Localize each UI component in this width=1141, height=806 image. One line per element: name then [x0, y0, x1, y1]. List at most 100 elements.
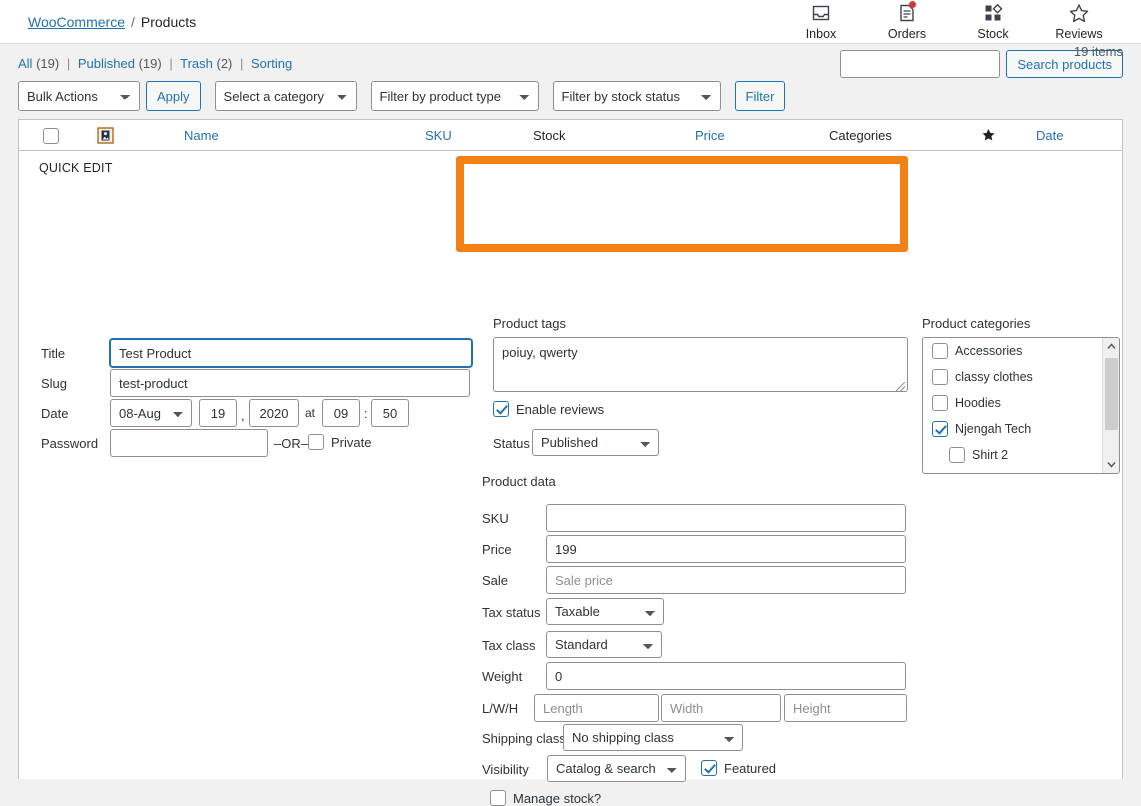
category-label: Shirt 2 [972, 448, 1009, 462]
price-label: Price [482, 542, 512, 557]
category-item-hoodies[interactable]: Hoodies [923, 390, 1119, 416]
date-year-input[interactable] [249, 399, 299, 427]
status-link-trash[interactable]: Trash [180, 56, 213, 71]
categories-scrollbar[interactable] [1102, 338, 1119, 473]
date-minute-input[interactable] [371, 399, 409, 427]
scroll-up-icon[interactable] [1103, 338, 1119, 355]
column-header-price[interactable]: Price [695, 128, 725, 143]
category-item-accessories[interactable]: Accessories [923, 338, 1119, 364]
quick-edit-panel: QUICK EDIT Title Slug Date 08-Aug , at :… [19, 151, 1122, 806]
topnav-item-orders[interactable]: Orders [879, 1, 935, 41]
apply-button[interactable]: Apply [146, 81, 201, 111]
status-count-trash: (2) [216, 56, 233, 71]
category-checkbox[interactable] [949, 447, 965, 463]
category-checkbox[interactable] [932, 343, 948, 359]
visibility-label: Visibility [482, 762, 529, 777]
product-tags-textarea[interactable]: poiuy, qwerty [493, 337, 908, 392]
featured-label: Featured [724, 760, 777, 776]
column-header-sku[interactable]: SKU [425, 128, 452, 143]
password-input[interactable] [110, 429, 268, 457]
date-comma: , [241, 408, 245, 423]
status-link-sorting[interactable]: Sorting [251, 56, 292, 71]
table-header-row: Name SKU Stock Price Categories Date [19, 120, 1122, 151]
manage-stock-row[interactable]: Manage stock? [490, 790, 601, 806]
top-navigation: Inbox Orders Stock Reviews [793, 1, 1123, 41]
status-link-all[interactable]: All [18, 56, 32, 71]
weight-label: Weight [482, 669, 523, 684]
height-input[interactable] [784, 694, 907, 722]
featured-checkbox-row[interactable]: Featured [701, 760, 776, 776]
weight-input[interactable] [546, 662, 906, 690]
slug-label: Slug [41, 376, 68, 391]
status-divider-3: | [240, 56, 244, 71]
category-item-shirt-2[interactable]: Shirt 2 [923, 442, 1119, 468]
breadcrumb-woocommerce-link[interactable]: WooCommerce [28, 14, 125, 30]
search-input[interactable] [840, 50, 1001, 78]
category-filter-select[interactable]: Select a category [214, 81, 357, 111]
status-link-published[interactable]: Published [78, 56, 135, 71]
price-input[interactable] [546, 535, 906, 563]
column-header-name[interactable]: Name [184, 128, 219, 143]
date-month-select[interactable]: 08-Aug [110, 399, 192, 427]
orders-badge-dot [909, 1, 916, 8]
date-day-input[interactable] [199, 399, 237, 427]
enable-reviews-row[interactable]: Enable reviews [493, 401, 604, 417]
column-header-date[interactable]: Date [1036, 128, 1063, 143]
sku-input[interactable] [546, 504, 906, 532]
subheader: All (19) | Published (19) | Trash (2) | … [0, 44, 1141, 78]
topnav-label-orders: Orders [887, 27, 927, 41]
width-input[interactable] [661, 694, 781, 722]
category-item-classy-clothes[interactable]: classy clothes [923, 364, 1119, 390]
breadcrumb-current: Products [140, 13, 197, 30]
scrollbar-thumb[interactable] [1105, 358, 1118, 430]
shipping-class-label: Shipping class [482, 731, 566, 746]
or-text: –OR– [274, 436, 308, 451]
breadcrumb-separator: / [131, 13, 135, 30]
orders-icon [897, 1, 917, 24]
length-input[interactable] [534, 694, 659, 722]
topnav-item-reviews[interactable]: Reviews [1051, 2, 1107, 41]
product-categories-box: Accessories classy clothes Hoodies Njeng… [922, 337, 1120, 474]
enable-reviews-checkbox[interactable] [493, 401, 509, 417]
category-checkbox[interactable] [932, 369, 948, 385]
filter-button[interactable]: Filter [734, 81, 786, 111]
tax-status-label: Tax status [482, 605, 541, 620]
stock-status-filter-select[interactable]: Filter by stock status [552, 81, 721, 111]
visibility-select[interactable]: Catalog & search [547, 755, 686, 782]
category-item-njengah-tech[interactable]: Njengah Tech [923, 416, 1119, 442]
scroll-down-icon[interactable] [1103, 456, 1119, 473]
sku-label: SKU [482, 511, 509, 526]
tax-class-select[interactable]: Standard [546, 631, 662, 658]
featured-checkbox[interactable] [701, 760, 717, 776]
topnav-item-stock[interactable]: Stock [965, 2, 1021, 41]
topnav-label-stock: Stock [977, 27, 1009, 41]
status-count-published: (19) [138, 56, 162, 71]
title-input[interactable] [110, 339, 472, 367]
date-at-text: at [305, 406, 316, 420]
private-checkbox[interactable] [308, 434, 324, 450]
category-label: Hoodies [955, 396, 1001, 410]
slug-input[interactable] [110, 369, 470, 397]
products-table: Name SKU Stock Price Categories Date QUI… [18, 119, 1123, 806]
select-all-checkbox[interactable] [43, 127, 59, 144]
category-checkbox[interactable] [932, 421, 948, 437]
date-hour-input[interactable] [322, 399, 360, 427]
breadcrumb: WooCommerce / Products [28, 14, 196, 30]
topnav-item-inbox[interactable]: Inbox [793, 2, 849, 41]
topnav-label-reviews: Reviews [1055, 27, 1103, 41]
title-label: Title [41, 346, 66, 361]
manage-stock-checkbox[interactable] [490, 790, 506, 806]
tax-status-select[interactable]: Taxable [546, 598, 664, 625]
status-select[interactable]: Published [532, 429, 659, 456]
quick-edit-heading: QUICK EDIT [39, 161, 113, 175]
shipping-class-select[interactable]: No shipping class [563, 724, 743, 751]
bulk-actions-select[interactable]: Bulk Actions [18, 81, 140, 111]
product-type-filter-select[interactable]: Filter by product type [370, 81, 539, 111]
category-checkbox[interactable] [932, 395, 948, 411]
sale-price-input[interactable] [546, 566, 906, 594]
status-divider-2: | [169, 56, 173, 71]
reviews-star-icon [1068, 2, 1090, 24]
status-label: Status [493, 436, 530, 451]
stock-icon [983, 2, 1003, 24]
private-checkbox-row[interactable]: Private [308, 434, 371, 450]
